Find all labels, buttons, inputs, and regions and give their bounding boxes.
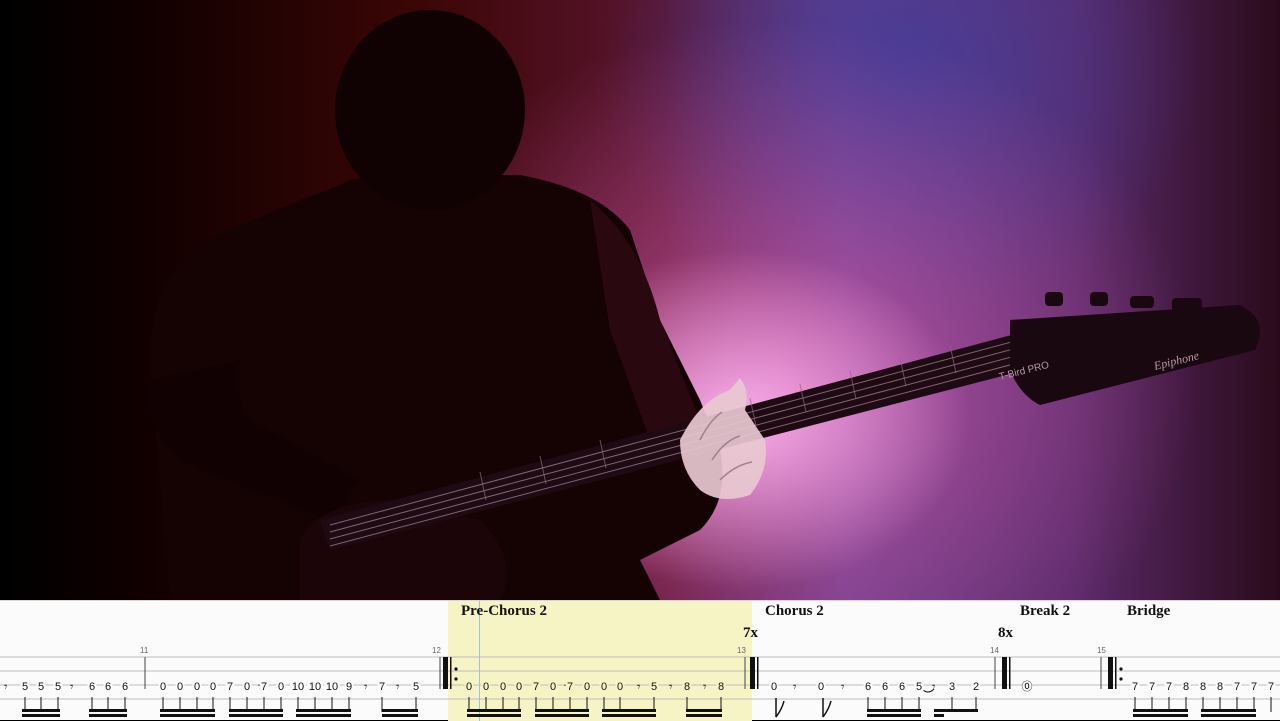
tab-fret-number: 0 (500, 681, 506, 693)
tab-fret-number: 7 (227, 681, 233, 693)
bar-number: 11 (140, 646, 149, 655)
tab-fret-number: 6 (122, 681, 128, 693)
tab-fret-number: 0 (194, 681, 200, 693)
tab-fret-number: 0 (550, 681, 556, 693)
svg-text:𝄾: 𝄾 (793, 680, 797, 695)
tab-fret-number: 8 (1217, 681, 1223, 693)
tab-fret-number: 0 (617, 681, 623, 693)
tab-fret-number: 0 (818, 681, 824, 693)
tab-fret-number: 8 (1200, 681, 1206, 693)
repeat-count: 8x (998, 625, 1013, 641)
repeat-count: 7x (743, 625, 758, 641)
tab-fret-number: 8 (1183, 681, 1189, 693)
tab-fret-number: 6 (882, 681, 888, 693)
tab-fret-number: 0 (466, 681, 472, 693)
tab-fret-number: 0 (584, 681, 590, 693)
tab-fret-number: 10 (309, 681, 321, 693)
tab-fret-number: 5 (55, 681, 61, 693)
bar-number: 15 (1097, 646, 1106, 655)
svg-text:𝄾: 𝄾 (396, 680, 400, 695)
tab-fret-number: 10 (326, 681, 338, 693)
tab-fret-number: 2 (973, 681, 979, 693)
tab-fret-number: 5 (38, 681, 44, 693)
tab-fret-number: 6 (899, 681, 905, 693)
section-label-chorus-2: Chorus 2 (765, 603, 824, 619)
svg-text:𝄾: 𝄾 (637, 680, 641, 695)
tab-fret-number: 7 (1132, 681, 1138, 693)
tab-fret-number: 6 (89, 681, 95, 693)
svg-text:𝄾: 𝄾 (70, 680, 74, 695)
video-frame: T-Bird PRO Epiphone (0, 0, 1280, 600)
section-label-bridge: Bridge (1127, 603, 1171, 619)
tab-fret-number: 8 (718, 681, 724, 693)
tab-fret-number: 0 (210, 681, 216, 693)
tab-fret-number: 7 (1251, 681, 1257, 693)
tab-fret-number: 0 (601, 681, 607, 693)
tab-fret-number: 7 (379, 681, 385, 693)
tab-fret-number: 5 (22, 681, 28, 693)
tab-fret-number: 8 (684, 681, 690, 693)
tab-fret-number: 7 (533, 681, 539, 693)
bar-number: 13 (737, 646, 746, 655)
tab-fret-number: ⓪ (1022, 680, 1033, 693)
tab-fret-number: 0 (771, 681, 777, 693)
tab-fret-number: 9 (346, 681, 352, 693)
tab-fret-number: 6 (105, 681, 111, 693)
tab-fret-number: 0 (177, 681, 183, 693)
bar-number: 12 (432, 646, 441, 655)
tab-fret-number: 7 (1268, 681, 1274, 693)
tab-fret-number: 0 (278, 681, 284, 693)
tab-fret-number: 0 (516, 681, 522, 693)
tab-fret-number: 7 (567, 681, 573, 693)
tab-fret-number: 7 (1166, 681, 1172, 693)
tab-fret-number: 7 (1149, 681, 1155, 693)
tab-fret-number: 6 (865, 681, 871, 693)
tab-fret-number: 5 (413, 681, 419, 693)
bar-number: 14 (990, 646, 999, 655)
tablature-panel: 11 12 13 14 15 𝄾𝄾 𝄾𝄾𝄾 𝄾𝄾𝄾 𝄾𝄾𝄾 𝄾 (0, 600, 1280, 721)
svg-text:𝄾: 𝄾 (669, 680, 673, 695)
svg-text:𝄾: 𝄾 (932, 680, 936, 695)
section-label-pre-chorus-2: Pre-Chorus 2 (461, 603, 547, 619)
tab-fret-number: 0 (483, 681, 489, 693)
tab-fret-number: 10 (292, 681, 304, 693)
svg-text:𝄾: 𝄾 (703, 680, 707, 695)
svg-text:𝄾: 𝄾 (841, 680, 845, 695)
tab-fret-number: 7 (261, 681, 267, 693)
bassist-silhouette: T-Bird PRO Epiphone (148, 10, 1260, 600)
svg-text:𝄾: 𝄾 (364, 680, 368, 695)
tab-staff: 11 12 13 14 15 𝄾𝄾 𝄾𝄾𝄾 𝄾𝄾𝄾 𝄾𝄾𝄾 𝄾 (0, 646, 1280, 718)
svg-text:𝄾: 𝄾 (4, 680, 8, 695)
tab-fret-number: 3 (949, 681, 955, 693)
tab-fret-number: 0 (244, 681, 250, 693)
tab-fret-number: 7 (1234, 681, 1240, 693)
section-label-break-2: Break 2 (1020, 603, 1071, 619)
tab-fret-number: 5 (916, 681, 922, 693)
tab-fret-number: 5 (651, 681, 657, 693)
tab-fret-number: 0 (160, 681, 166, 693)
